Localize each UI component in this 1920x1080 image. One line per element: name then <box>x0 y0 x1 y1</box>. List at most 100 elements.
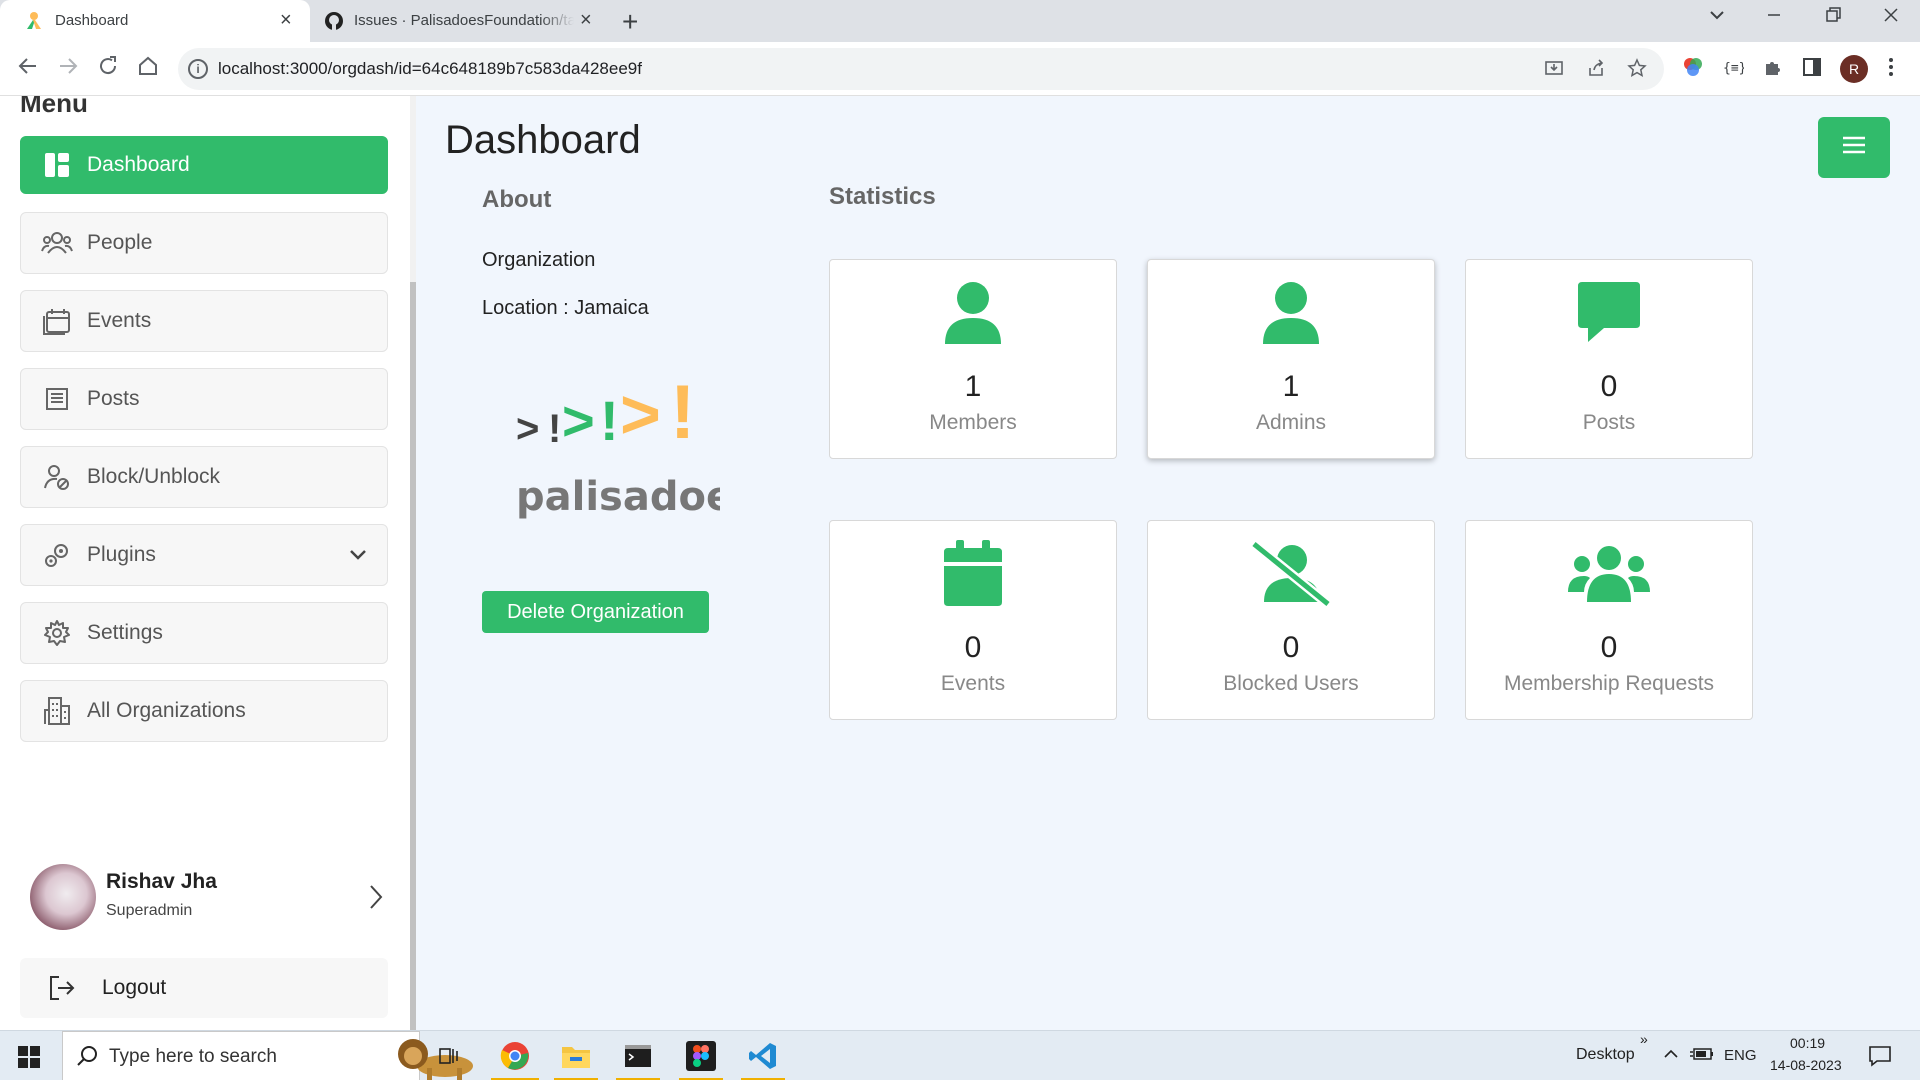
color-picker-extension-icon[interactable] <box>1682 56 1704 84</box>
organization-location: Location : Jamaica <box>482 297 649 319</box>
file-explorer-icon[interactable] <box>550 1031 602 1080</box>
windows-taskbar: Type here to search Desktop » ENG 00:19 … <box>0 1030 1920 1080</box>
site-info-icon[interactable]: i <box>188 59 208 79</box>
battery-icon[interactable] <box>1690 1046 1714 1067</box>
url-text: localhost:3000/orgdash/id=64c648189b7c58… <box>218 59 642 78</box>
stat-card-events[interactable]: 0 Events <box>829 520 1117 720</box>
stat-value: 1 <box>1282 370 1300 403</box>
sidebar-scrollbar[interactable] <box>410 96 416 1030</box>
stat-value: 1 <box>964 370 982 403</box>
stat-label: Posts <box>1582 411 1636 434</box>
chevron-down-icon[interactable] <box>347 543 369 570</box>
hamburger-menu-button[interactable] <box>1818 117 1890 178</box>
install-icon[interactable] <box>1544 58 1564 84</box>
stat-label: Membership Requests <box>1503 672 1715 695</box>
sidebar-scrollbar-thumb[interactable] <box>410 282 416 1030</box>
windows-start-icon[interactable] <box>18 1046 40 1073</box>
vscode-icon[interactable] <box>737 1031 789 1080</box>
users-icon <box>1466 539 1752 609</box>
stat-card-admins[interactable]: 1 Admins <box>1147 259 1435 459</box>
notification-center-icon[interactable] <box>1868 1045 1892 1072</box>
stat-card-posts[interactable]: 0 Posts <box>1465 259 1753 459</box>
events-icon <box>41 305 73 337</box>
logo-mark-6: ! <box>670 370 695 455</box>
browser-menu-icon[interactable] <box>1886 56 1896 84</box>
sidebar-item-label: Events <box>87 309 152 332</box>
tab-github-issues[interactable]: Issues · PalisadoesFoundation/talawa-adm… <box>310 0 610 42</box>
sidebar-item-people[interactable]: People <box>20 212 388 274</box>
sidebar-item-all-organizations[interactable]: All Organizations <box>20 680 388 742</box>
chevron-right-icon[interactable] <box>366 882 386 917</box>
back-icon[interactable] <box>16 54 40 85</box>
logout-button[interactable]: Logout <box>20 958 388 1018</box>
terminal-icon[interactable] <box>612 1031 664 1080</box>
about-title: About <box>482 186 552 213</box>
dashboard-icon <box>41 149 73 181</box>
logo-mark-1: > <box>516 407 539 451</box>
chrome-taskbar-icon[interactable] <box>487 1031 543 1080</box>
sidebar-item-events[interactable]: Events <box>20 290 388 352</box>
taskbar-time[interactable]: 00:19 <box>1790 1035 1825 1051</box>
user-icon <box>1148 278 1434 348</box>
svg-text:{≡}: {≡} <box>1723 61 1744 76</box>
statistics-title: Statistics <box>829 183 936 210</box>
talawa-favicon-icon <box>24 11 44 35</box>
minimize-icon[interactable] <box>1765 6 1783 30</box>
stat-card-blocked-users[interactable]: 0 Blocked Users <box>1147 520 1435 720</box>
stat-value: 0 <box>1282 631 1300 664</box>
user-profile-card[interactable]: Rishav Jha Superadmin <box>20 860 388 940</box>
sidebar-item-dashboard[interactable]: Dashboard <box>20 136 388 194</box>
browser-profile-avatar[interactable]: R <box>1840 55 1868 83</box>
logo-mark-2: ! <box>548 407 561 451</box>
new-tab-button[interactable]: + <box>622 6 638 38</box>
taskbar-search-box[interactable]: Type here to search <box>62 1031 473 1080</box>
menu-title: Menu <box>20 96 88 118</box>
stat-value: 0 <box>964 631 982 664</box>
share-icon[interactable] <box>1586 58 1606 84</box>
stat-card-membership-requests[interactable]: 0 Membership Requests <box>1465 520 1753 720</box>
task-view-icon[interactable] <box>425 1031 475 1080</box>
sidebar-item-label: Posts <box>87 387 140 410</box>
sidebar: Menu Dashboard People Events Posts Block… <box>0 96 410 1030</box>
close-tab-icon[interactable]: × <box>280 9 292 32</box>
user-icon <box>830 278 1116 348</box>
home-icon[interactable] <box>136 54 160 85</box>
desktop-toolbar-overflow[interactable]: » <box>1640 1031 1648 1047</box>
taskbar-date[interactable]: 14-08-2023 <box>1770 1057 1842 1073</box>
sidebar-item-plugins[interactable]: Plugins <box>20 524 388 586</box>
json-extension-icon[interactable]: {≡} <box>1722 56 1746 84</box>
sidebar-item-posts[interactable]: Posts <box>20 368 388 430</box>
restore-icon[interactable] <box>1824 6 1842 30</box>
tab-search-chevron-icon[interactable] <box>1708 6 1726 30</box>
desktop-toolbar-label[interactable]: Desktop <box>1576 1046 1635 1064</box>
delete-organization-button[interactable]: Delete Organization <box>482 591 709 633</box>
sidebar-item-block-unblock[interactable]: Block/Unblock <box>20 446 388 508</box>
stat-card-members[interactable]: 1 Members <box>829 259 1117 459</box>
organization-name: Organization <box>482 249 596 271</box>
logo-mark-3: > <box>562 389 595 452</box>
logout-icon <box>48 974 76 1002</box>
stat-value: 0 <box>1600 370 1618 403</box>
close-window-icon[interactable] <box>1882 6 1900 30</box>
logo-text: palisadoes <box>516 474 720 520</box>
side-panel-icon[interactable] <box>1801 56 1823 84</box>
sidebar-item-label: Dashboard <box>87 153 190 176</box>
sidebar-item-settings[interactable]: Settings <box>20 602 388 664</box>
tray-overflow-icon[interactable] <box>1662 1045 1680 1068</box>
search-icon <box>77 1045 99 1072</box>
close-tab-icon[interactable]: × <box>580 9 592 32</box>
stat-value: 0 <box>1600 631 1618 664</box>
logout-label: Logout <box>102 976 167 999</box>
stat-label: Blocked Users <box>1223 672 1359 695</box>
extensions-puzzle-icon[interactable] <box>1762 56 1784 84</box>
figma-icon[interactable] <box>675 1031 727 1080</box>
forward-icon[interactable] <box>56 54 80 85</box>
stat-label: Admins <box>1255 411 1327 434</box>
user-slash-icon <box>1148 539 1434 609</box>
language-indicator[interactable]: ENG <box>1724 1047 1757 1064</box>
tab-dashboard[interactable]: Dashboard × <box>0 0 310 42</box>
bookmark-star-icon[interactable] <box>1627 58 1647 84</box>
address-bar[interactable]: i localhost:3000/orgdash/id=64c648189b7c… <box>178 48 1664 90</box>
reload-icon[interactable] <box>96 54 120 85</box>
taskbar-search-placeholder: Type here to search <box>109 1046 277 1067</box>
